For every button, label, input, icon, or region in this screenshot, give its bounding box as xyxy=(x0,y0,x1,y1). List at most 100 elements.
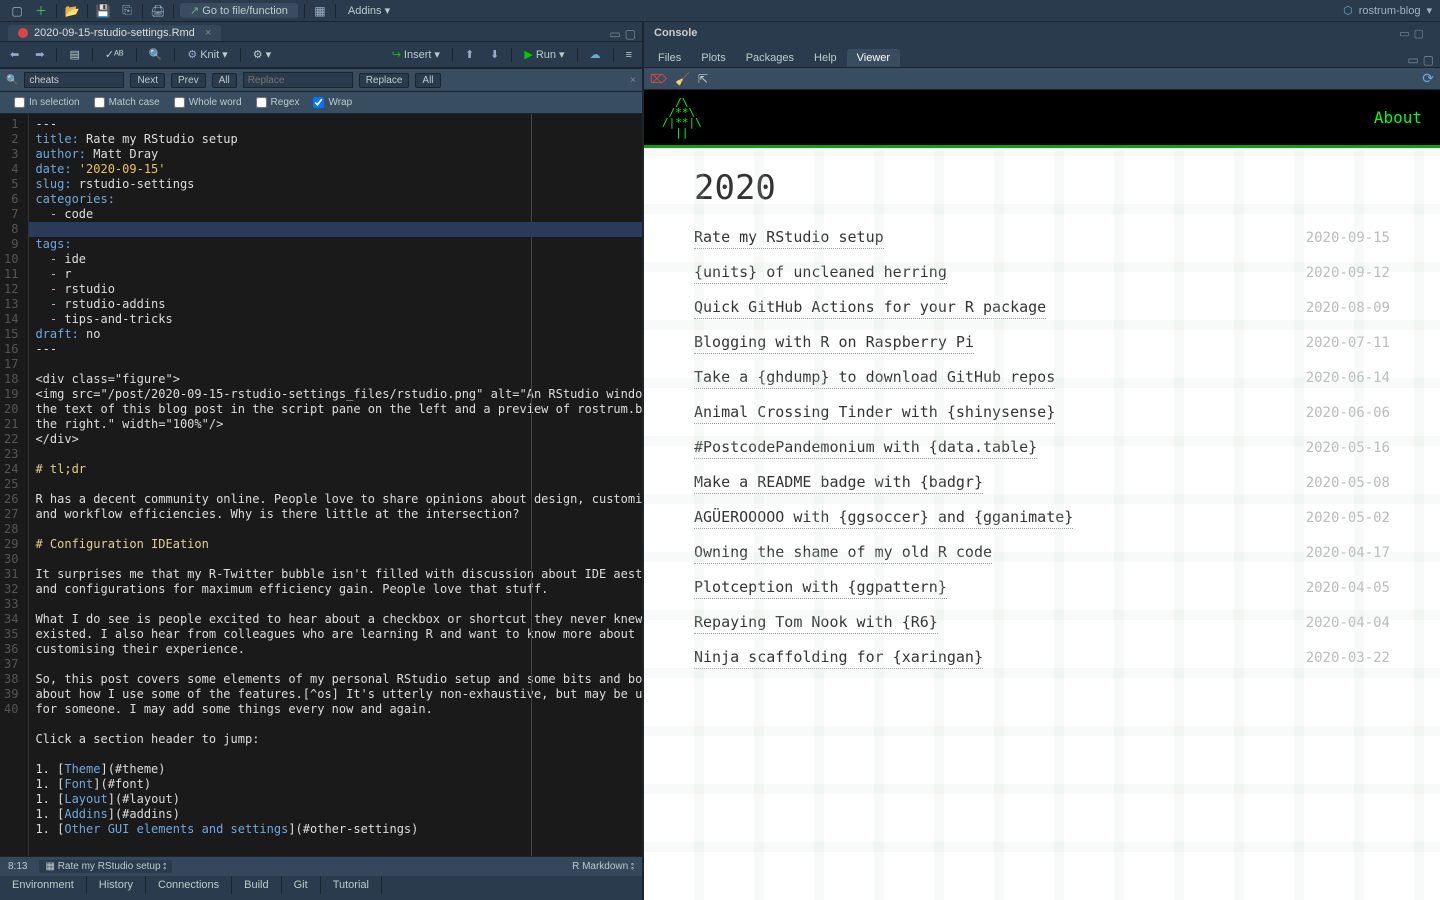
blog-post[interactable]: Quick GitHub Actions for your R package2… xyxy=(694,298,1390,319)
console-min-icon[interactable]: ▭ xyxy=(1399,27,1409,40)
source-editor[interactable]: 1234567891011121314151617181920212223242… xyxy=(0,114,642,856)
rtab-packages[interactable]: Packages xyxy=(736,49,804,67)
opt-wrap[interactable]: Wrap xyxy=(313,97,352,108)
post-date: 2020-07-11 xyxy=(1306,335,1390,351)
find-prev-button[interactable]: Prev xyxy=(171,73,206,88)
print-icon[interactable]: 🖨 xyxy=(149,3,167,19)
post-title[interactable]: Quick GitHub Actions for your R package xyxy=(694,298,1046,319)
find-all-button[interactable]: All xyxy=(212,73,237,88)
post-title[interactable]: Ninja scaffolding for {xaringan} xyxy=(694,648,983,669)
grid-icon[interactable]: ▦ xyxy=(311,3,329,19)
rpane-min-icon[interactable]: ▭ xyxy=(1407,53,1418,67)
bottom-tab-build[interactable]: Build xyxy=(232,876,281,894)
open-file-icon[interactable]: 📂 xyxy=(63,3,81,19)
console-header: Console ▭▢ xyxy=(644,22,1440,44)
find-replace-bar: 🔍 Next Prev All Replace All × xyxy=(0,68,642,92)
bottom-tab-tutorial[interactable]: Tutorial xyxy=(321,876,382,894)
replace-button[interactable]: Replace xyxy=(359,73,410,88)
bottom-tab-environment[interactable]: Environment xyxy=(0,876,87,894)
replace-all-button[interactable]: All xyxy=(415,73,440,88)
next-chunk-icon[interactable]: ⬇ xyxy=(486,47,503,62)
blog-post[interactable]: Ninja scaffolding for {xaringan}2020-03-… xyxy=(694,648,1390,669)
show-outline-icon[interactable]: ▤ xyxy=(65,47,83,62)
post-title[interactable]: Animal Crossing Tinder with {shinysense} xyxy=(694,403,1055,424)
rtab-viewer[interactable]: Viewer xyxy=(847,49,900,67)
save-all-icon[interactable]: ⎘ xyxy=(118,3,136,19)
project-name[interactable]: rostrum-blog xyxy=(1359,5,1421,17)
rtab-plots[interactable]: Plots xyxy=(691,49,735,67)
post-title[interactable]: Blogging with R on Raspberry Pi xyxy=(694,333,974,354)
post-title[interactable]: Repaying Tom Nook with {R6} xyxy=(694,613,938,634)
post-title[interactable]: Take a {ghdump} to download GitHub repos xyxy=(694,368,1055,389)
save-icon[interactable]: 💾 xyxy=(94,3,112,19)
blog-post[interactable]: AGÜEROOOOO with {ggsoccer} and {gganimat… xyxy=(694,508,1390,529)
file-mode[interactable]: R Markdown ⦂ xyxy=(572,861,634,872)
refresh-icon[interactable]: ⟳ xyxy=(1422,70,1434,87)
bottom-tab-git[interactable]: Git xyxy=(282,876,321,894)
blog-post[interactable]: Repaying Tom Nook with {R6}2020-04-04 xyxy=(694,613,1390,634)
opt-in-selection[interactable]: In selection xyxy=(14,97,80,108)
post-title[interactable]: {units} of uncleaned herring xyxy=(694,263,947,284)
forward-icon[interactable]: ➡ xyxy=(31,47,48,62)
knit-button[interactable]: ⚙Knit ▾ xyxy=(183,47,231,62)
close-tab-icon[interactable]: × xyxy=(205,27,211,39)
code-area[interactable]: ---title: Rate my RStudio setupauthor: M… xyxy=(29,114,642,856)
run-button[interactable]: ▶Run ▾ xyxy=(520,47,568,62)
find-next-button[interactable]: Next xyxy=(130,73,165,88)
post-title[interactable]: Rate my RStudio setup xyxy=(694,228,884,249)
goto-file-function[interactable]: ↗ Go to file/function xyxy=(180,3,298,18)
console-max-icon[interactable]: ▢ xyxy=(1414,27,1424,40)
viewer-pane[interactable]: /\ /**\ /|**|\ || About 2020 Rate my RSt… xyxy=(644,90,1440,900)
new-project-icon[interactable]: ＋ xyxy=(32,3,50,19)
viewer-toolbar: ⌦ 🧹 ⇱ ⟳ xyxy=(644,68,1440,90)
blog-post[interactable]: Owning the shame of my old R code2020-04… xyxy=(694,543,1390,564)
blog-post[interactable]: Animal Crossing Tinder with {shinysense}… xyxy=(694,403,1390,424)
file-tab[interactable]: 2020-09-15-rstudio-settings.Rmd × xyxy=(8,25,221,41)
blog-post[interactable]: Take a {ghdump} to download GitHub repos… xyxy=(694,368,1390,389)
rtab-files[interactable]: Files xyxy=(648,49,691,67)
replace-input[interactable] xyxy=(243,72,353,88)
maximize-pane-icon[interactable]: ▢ xyxy=(625,27,636,41)
find-icon[interactable]: 🔍 xyxy=(145,47,167,62)
line-gutter: 1234567891011121314151617181920212223242… xyxy=(0,114,29,856)
new-file-icon[interactable]: ▢ xyxy=(8,3,26,19)
blog-post[interactable]: Plotception with {ggpattern}2020-04-05 xyxy=(694,578,1390,599)
section-crumb[interactable]: ▦ Rate my RStudio setup ⦂ xyxy=(39,860,172,873)
publish-icon[interactable]: ☁ xyxy=(586,47,605,62)
insert-button[interactable]: ↪Insert ▾ xyxy=(388,47,444,62)
blog-post[interactable]: Blogging with R on Raspberry Pi 2020-07-1… xyxy=(694,333,1390,354)
blog-post[interactable]: Rate my RStudio setup2020-09-15 xyxy=(694,228,1390,249)
about-link[interactable]: About xyxy=(1374,108,1422,127)
post-title[interactable]: Make a README badge with {badgr} xyxy=(694,473,983,494)
opt-regex[interactable]: Regex xyxy=(256,97,300,108)
outline-toggle-icon[interactable]: ≡ xyxy=(622,48,636,62)
find-options: In selection Match case Whole word Regex… xyxy=(0,92,642,114)
search-icon: 🔍 xyxy=(6,75,18,86)
addins-menu[interactable]: Addins ▾ xyxy=(342,4,396,17)
cursor-position: 8:13 xyxy=(8,861,27,872)
blog-post[interactable]: {units} of uncleaned herring2020-09-12 xyxy=(694,263,1390,284)
spellcheck-icon[interactable]: ✓ᴬᴮ xyxy=(101,47,128,62)
popout-icon[interactable]: ⇱ xyxy=(698,72,708,86)
rtab-help[interactable]: Help xyxy=(804,49,847,67)
gear-icon[interactable]: ⚙ ▾ xyxy=(249,47,275,62)
prev-chunk-icon[interactable]: ⬆ xyxy=(461,47,478,62)
clear-viewer-icon[interactable]: ⌦ xyxy=(650,72,667,86)
blog-post[interactable]: Make a README badge with {badgr}2020-05-… xyxy=(694,473,1390,494)
opt-match-case[interactable]: Match case xyxy=(94,97,160,108)
post-title[interactable]: AGÜEROOOOO with {ggsoccer} and {gganimat… xyxy=(694,508,1073,529)
rpane-max-icon[interactable]: ▢ xyxy=(1423,53,1434,67)
post-title[interactable]: Plotception with {ggpattern} xyxy=(694,578,947,599)
close-find-icon[interactable]: × xyxy=(630,75,636,86)
bottom-tab-connections[interactable]: Connections xyxy=(146,876,232,894)
bottom-tab-history[interactable]: History xyxy=(87,876,146,894)
find-input[interactable] xyxy=(24,72,124,88)
post-title[interactable]: Owning the shame of my old R code xyxy=(694,543,992,564)
opt-whole-word[interactable]: Whole word xyxy=(174,97,242,108)
post-title[interactable]: #PostcodePandemonium with {data.table} xyxy=(694,438,1037,459)
minimize-pane-icon[interactable]: ▭ xyxy=(609,27,620,41)
blog-post[interactable]: #PostcodePandemonium with {data.table}20… xyxy=(694,438,1390,459)
back-icon[interactable]: ⬅ xyxy=(6,47,23,62)
project-menu-chevron-icon[interactable]: ▾ xyxy=(1426,4,1432,17)
broom-icon[interactable]: 🧹 xyxy=(675,72,690,86)
